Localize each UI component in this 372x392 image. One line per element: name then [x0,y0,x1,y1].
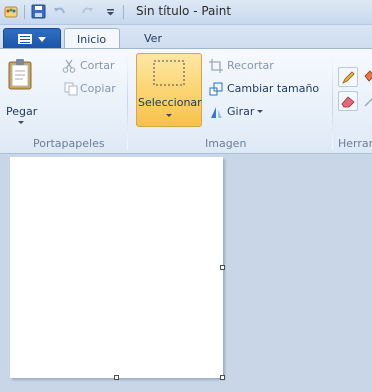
color-picker-tool-button[interactable] [362,91,372,111]
scissors-icon [62,59,76,73]
ribbon-panel: Pegar Cortar Copiar Portapapeles Selecci… [0,48,372,154]
drawing-canvas[interactable] [10,157,223,378]
tab-ver[interactable]: Ver [132,28,172,50]
pencil-icon [342,71,355,84]
paste-label: Pegar [6,105,38,118]
redo-icon[interactable] [80,4,95,19]
rotate-icon [211,107,222,118]
undo-icon[interactable] [52,4,67,19]
clipboard-icon [8,59,32,90]
resize-handle-corner[interactable] [220,375,225,380]
window-title: Sin título - Paint [136,4,232,18]
fill-bucket-icon [364,70,372,82]
select-label: Seleccionar [138,96,202,109]
eraser-tool-button[interactable] [338,91,358,111]
pencil-tool-button[interactable] [338,67,358,87]
tab-inicio[interactable]: Inicio [64,28,120,50]
paint-app-icon[interactable] [4,4,19,19]
menu-icon [18,34,32,44]
copy-icon [64,82,78,96]
customize-quick-access-icon[interactable] [103,4,118,19]
selection-rectangle-icon [153,60,185,86]
select-button[interactable]: Seleccionar [136,53,202,127]
crop-label: Recortar [227,59,274,72]
clipboard-group-label: Portapapeles [33,137,105,150]
title-divider [123,5,124,19]
crop-icon [209,59,223,73]
group-divider [127,55,128,149]
paste-dropdown-icon [18,121,24,124]
cut-label: Cortar [80,59,115,72]
rotate-dropdown-icon [257,110,263,113]
eraser-icon [341,96,355,108]
resize-label: Cambiar tamaño [227,82,320,95]
fill-tool-button[interactable] [362,67,372,87]
paste-button[interactable]: Pegar [4,55,38,127]
save-icon[interactable] [31,4,46,19]
title-bar: Sin título - Paint [0,0,372,25]
eyedropper-icon [364,97,372,107]
ribbon-tab-row: Inicio Ver [0,25,372,50]
tools-group-label: Herram [338,137,372,150]
group-divider [332,55,333,149]
resize-handle-right[interactable] [220,265,225,270]
chevron-down-icon [38,37,46,42]
rotate-label: Girar [227,105,255,118]
image-group-label: Imagen [205,137,247,150]
resize-icon [209,82,223,96]
quick-access-divider [24,5,25,19]
select-dropdown-icon [166,114,172,117]
copy-label: Copiar [80,82,116,95]
paint-menu-button[interactable] [3,28,61,49]
resize-handle-bottom[interactable] [114,375,119,380]
